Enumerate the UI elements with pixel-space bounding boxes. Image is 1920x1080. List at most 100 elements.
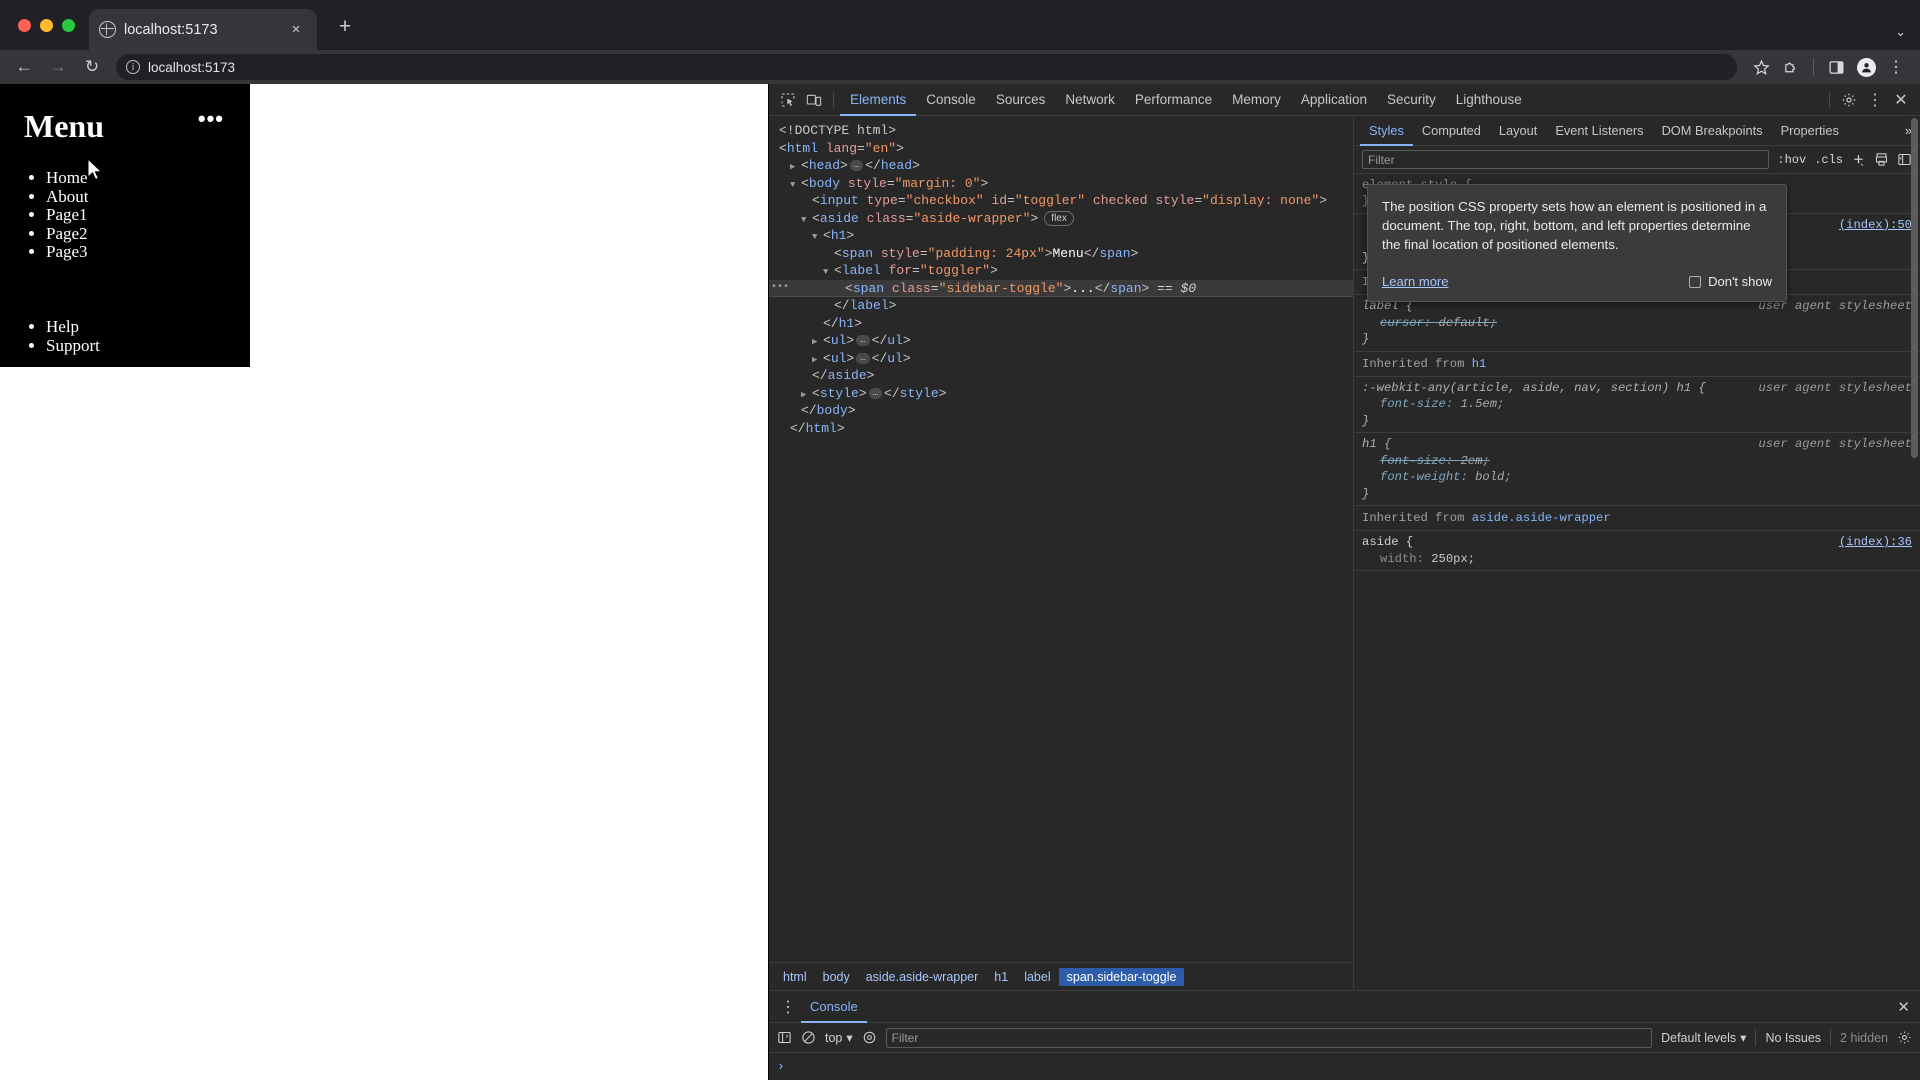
- dom-node-body-close[interactable]: </body>: [769, 402, 1353, 420]
- tab-console[interactable]: Console: [916, 84, 986, 116]
- dom-node-doctype[interactable]: <!DOCTYPE html>: [769, 122, 1353, 140]
- live-expression-icon[interactable]: [862, 1030, 877, 1045]
- close-tab-button[interactable]: ×: [285, 19, 307, 41]
- tab-lighthouse[interactable]: Lighthouse: [1446, 84, 1532, 116]
- breadcrumb-item[interactable]: aside.aside-wrapper: [858, 968, 987, 986]
- browser-menu-button[interactable]: ⋮: [1882, 53, 1910, 81]
- cls-button[interactable]: .cls: [1814, 153, 1843, 167]
- css-declaration[interactable]: cursor: default;: [1362, 315, 1912, 331]
- list-item[interactable]: Support: [46, 336, 250, 356]
- styles-scrollbar[interactable]: [1911, 116, 1919, 990]
- tab-elements[interactable]: Elements: [840, 84, 916, 116]
- tab-application[interactable]: Application: [1291, 84, 1377, 116]
- tab-memory[interactable]: Memory: [1222, 84, 1291, 116]
- list-item[interactable]: Help: [46, 317, 250, 337]
- devtools-more-button[interactable]: ⋮: [1862, 87, 1888, 113]
- style-rule[interactable]: user agent stylesheet:-webkit-any(articl…: [1354, 377, 1920, 434]
- styles-filter-input[interactable]: Filter: [1362, 150, 1770, 169]
- tab-event-listeners[interactable]: Event Listeners: [1546, 116, 1652, 146]
- tab-performance[interactable]: Performance: [1125, 84, 1222, 116]
- style-rule[interactable]: (index):36 aside {width: 250px;: [1354, 531, 1920, 572]
- css-declaration[interactable]: font-size: 2em;: [1362, 453, 1912, 469]
- checkbox-icon[interactable]: [1689, 275, 1702, 288]
- tab-styles[interactable]: Styles: [1360, 116, 1413, 146]
- dom-node-html-close[interactable]: </html>: [769, 420, 1353, 438]
- profile-icon[interactable]: [1852, 53, 1880, 81]
- css-declaration[interactable]: width: 250px;: [1362, 551, 1912, 567]
- dom-node-ul-2[interactable]: ▶ <ul>… </ul>: [769, 350, 1353, 368]
- tab-console-drawer[interactable]: Console: [801, 991, 867, 1023]
- side-panel-icon[interactable]: [1822, 53, 1850, 81]
- list-item[interactable]: Home: [46, 168, 250, 188]
- dom-node-span-menu[interactable]: <span style="padding: 24px">Menu</span>: [769, 245, 1353, 263]
- minimize-window-button[interactable]: [40, 18, 53, 32]
- address-bar[interactable]: i localhost:5173: [116, 54, 1737, 80]
- clear-console-icon[interactable]: [801, 1030, 816, 1045]
- list-item[interactable]: Page1: [46, 206, 250, 225]
- add-rule-icon[interactable]: [1851, 152, 1866, 167]
- toggle-sidebar-icon[interactable]: [1897, 152, 1912, 167]
- list-item[interactable]: Page2: [46, 224, 250, 244]
- breadcrumb-item[interactable]: label: [1016, 968, 1058, 986]
- bookmark-icon[interactable]: [1747, 53, 1775, 81]
- dont-show-checkbox[interactable]: Don't show: [1689, 272, 1772, 291]
- dom-node-ul-1[interactable]: ▶ <ul>… </ul>: [769, 332, 1353, 350]
- console-output[interactable]: ›: [769, 1053, 1920, 1080]
- breadcrumb-item[interactable]: h1: [986, 968, 1016, 986]
- close-window-button[interactable]: [18, 18, 31, 32]
- print-styles-icon[interactable]: [1874, 152, 1889, 167]
- style-rule[interactable]: user agent stylesheet label {cursor: defa…: [1354, 295, 1920, 352]
- tab-network[interactable]: Network: [1055, 84, 1125, 116]
- dom-node-html-open[interactable]: <html lang="en">: [769, 140, 1353, 158]
- drawer-more-button[interactable]: ⋮: [775, 994, 801, 1020]
- tab-security[interactable]: Security: [1377, 84, 1446, 116]
- console-issues-status[interactable]: No Issues: [1765, 1031, 1821, 1045]
- tab-layout[interactable]: Layout: [1490, 116, 1546, 146]
- dom-node-aside[interactable]: ▼ <aside class="aside-wrapper"> flex: [769, 210, 1353, 228]
- tab-dom-breakpoints[interactable]: DOM Breakpoints: [1653, 116, 1772, 146]
- back-button[interactable]: ←: [8, 52, 40, 82]
- dom-node-input[interactable]: <input type="checkbox" id="toggler" chec…: [769, 192, 1353, 210]
- tab-properties[interactable]: Properties: [1772, 116, 1848, 146]
- devtools-close-button[interactable]: ✕: [1888, 87, 1914, 113]
- sidebar-toggle-button[interactable]: •••: [172, 84, 250, 154]
- learn-more-link[interactable]: Learn more: [1382, 272, 1448, 291]
- chevron-down-icon[interactable]: ⌄: [1895, 24, 1906, 40]
- console-filter-input[interactable]: Filter: [885, 1027, 1653, 1048]
- css-declaration[interactable]: font-size: 1.5em;: [1362, 396, 1912, 412]
- dom-tree[interactable]: <!DOCTYPE html> <html lang="en"> ▶ <head>… <…: [769, 116, 1353, 962]
- rule-selector[interactable]: aside {: [1362, 534, 1912, 550]
- site-info-icon[interactable]: i: [126, 60, 140, 74]
- gear-icon[interactable]: [1836, 87, 1862, 113]
- dom-node-label[interactable]: ▼ <label for="toggler">: [769, 262, 1353, 280]
- hov-button[interactable]: :hov: [1777, 153, 1806, 167]
- maximize-window-button[interactable]: [62, 18, 75, 32]
- tab-computed[interactable]: Computed: [1413, 116, 1490, 146]
- console-context-selector[interactable]: top ▾: [825, 1030, 853, 1046]
- new-tab-button[interactable]: +: [331, 12, 359, 40]
- show-console-sidebar-icon[interactable]: [777, 1030, 792, 1045]
- device-toolbar-icon[interactable]: [801, 87, 827, 113]
- extensions-icon[interactable]: [1777, 53, 1805, 81]
- dom-node-aside-close[interactable]: </aside>: [769, 367, 1353, 385]
- list-item[interactable]: About: [46, 187, 250, 207]
- list-item[interactable]: Page3: [46, 243, 250, 262]
- dom-node-h1[interactable]: ▼ <h1>: [769, 227, 1353, 245]
- browser-tab[interactable]: localhost:5173 ×: [89, 9, 317, 50]
- forward-button[interactable]: →: [42, 52, 74, 82]
- dom-node-h1-close[interactable]: </h1>: [769, 315, 1353, 333]
- rule-origin[interactable]: (index):36: [1839, 534, 1912, 550]
- style-rule[interactable]: user agent stylesheet h1 {font-size: 2em;…: [1354, 433, 1920, 506]
- inspect-element-icon[interactable]: [775, 87, 801, 113]
- console-levels-selector[interactable]: Default levels ▾: [1661, 1030, 1746, 1046]
- breadcrumb-item[interactable]: html: [775, 968, 815, 986]
- dom-node-body[interactable]: ▼ <body style="margin: 0">: [769, 175, 1353, 193]
- styles-scrollbar-thumb[interactable]: [1911, 118, 1918, 458]
- css-declaration[interactable]: font-weight: bold;: [1362, 469, 1912, 485]
- drawer-close-button[interactable]: ✕: [1897, 998, 1920, 1016]
- dom-node-head[interactable]: ▶ <head>… </head>: [769, 157, 1353, 175]
- breadcrumb-item[interactable]: body: [815, 968, 858, 986]
- dom-node-span-toggle[interactable]: <span class="sidebar-toggle">...</span> …: [769, 279, 1353, 297]
- tab-sources[interactable]: Sources: [986, 84, 1056, 116]
- gear-icon[interactable]: [1897, 1030, 1912, 1045]
